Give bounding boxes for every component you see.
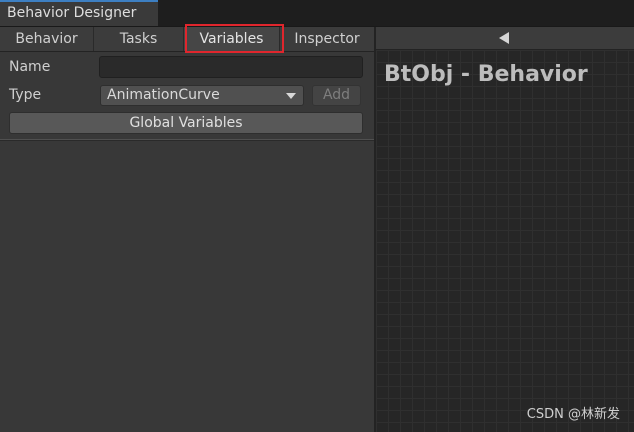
name-label: Name: [9, 59, 51, 75]
section-divider-shadow: [0, 140, 374, 141]
left-panel: Behavior Tasks Variables Inspector Name …: [0, 24, 374, 432]
window-tab-label: Behavior Designer: [7, 5, 137, 21]
chevron-down-icon: [286, 93, 296, 99]
add-variable-button[interactable]: Add: [312, 85, 361, 106]
tab-variables-label: Variables: [199, 31, 264, 47]
type-label: Type: [9, 87, 42, 103]
tab-behavior[interactable]: Behavior: [0, 27, 94, 51]
name-input[interactable]: [99, 56, 363, 78]
watermark: CSDN @林新发: [526, 407, 620, 422]
graph-header: [376, 27, 634, 50]
tab-inspector-label: Inspector: [294, 31, 360, 47]
tab-tasks[interactable]: Tasks: [94, 27, 184, 51]
tab-behavior-label: Behavior: [15, 31, 78, 47]
window-tab-strip: Behavior Designer: [0, 0, 634, 27]
tab-tasks-label: Tasks: [119, 31, 158, 47]
triangle-left-icon[interactable]: [499, 32, 509, 44]
type-dropdown-value: AnimationCurve: [107, 87, 220, 103]
add-variable-label: Add: [322, 87, 351, 103]
tab-inspector[interactable]: Inspector: [280, 27, 374, 51]
global-variables-label: Global Variables: [129, 115, 243, 131]
tab-variables[interactable]: Variables: [184, 27, 280, 51]
graph-title: BtObj - Behavior: [384, 62, 588, 87]
window-tab-behavior-designer[interactable]: Behavior Designer: [0, 0, 158, 26]
behavior-graph-canvas[interactable]: BtObj - Behavior CSDN @林新发: [376, 50, 634, 432]
global-variables-button[interactable]: Global Variables: [9, 112, 363, 134]
panel-toolbar: Behavior Tasks Variables Inspector: [0, 27, 374, 52]
type-dropdown[interactable]: AnimationCurve: [100, 85, 304, 106]
